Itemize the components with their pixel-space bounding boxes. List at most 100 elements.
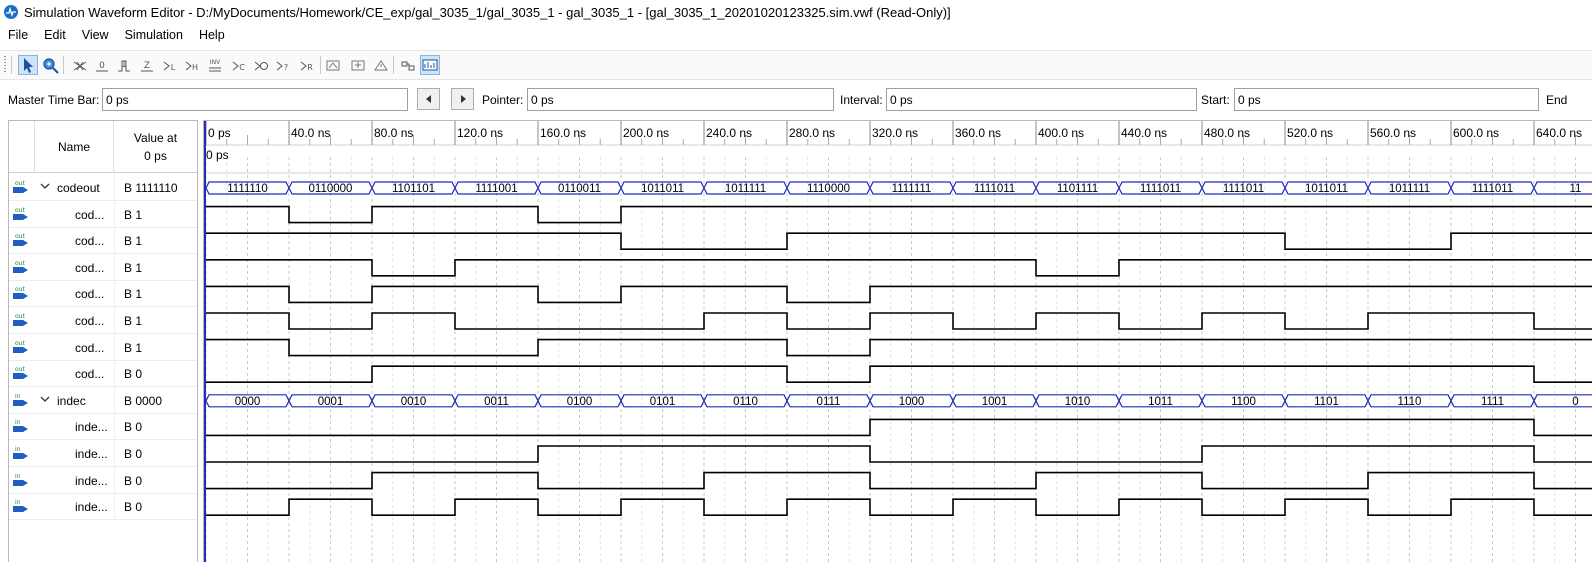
weak-low-button[interactable]: L (160, 55, 180, 75)
clock-button[interactable]: C (229, 55, 249, 75)
forcing-low-button[interactable]: 0 (92, 55, 112, 75)
signal-value: B 0 (124, 473, 143, 488)
master-time-bar-field[interactable]: 0 ps (102, 88, 408, 111)
signal-row[interactable]: out cod... B 1 (9, 227, 197, 255)
forcing-low-icon: 0 (96, 61, 108, 72)
chevron-down-icon[interactable] (40, 181, 50, 191)
bus-value-label: 1011011 (1305, 183, 1348, 195)
signal-waveform[interactable] (206, 205, 1592, 224)
cursor-time-label: 0 ps (206, 148, 229, 162)
indec-bus-waveform[interactable]: 0000 0001 0010 0011 0100 0101 0110 0111 1000 1001… (205, 394, 1592, 408)
signal-value: B 1 (124, 287, 143, 302)
weak-unknown-button[interactable]: INV (205, 55, 225, 75)
codeout-bus-waveform[interactable]: 1111110 0110000 1101101 1111001 0110011 10110… (205, 181, 1592, 195)
pointer-field[interactable]: 0 ps (527, 88, 834, 111)
start-field[interactable]: 0 ps (1234, 88, 1539, 111)
bus-value-label: 1111011 (1223, 183, 1264, 195)
signal-row[interactable]: in inde... B 0 (9, 466, 197, 494)
svg-text:INV: INV (210, 59, 221, 66)
timing-sim-icon (374, 60, 388, 71)
time-ruler[interactable]: 0 ps 40.0 ns 80.0 ns 120.0 ns 160.0 ns 200.0 … (205, 121, 1592, 145)
signal-row[interactable]: in inde... B 0 (9, 493, 197, 521)
signal-row[interactable]: out cod... B 1 (9, 280, 197, 308)
clock-icon: C (232, 61, 245, 72)
ruler-tick-label: 640.0 ns (1536, 126, 1582, 140)
signal-row-codeout[interactable]: out codeout B 1111110 (9, 174, 197, 201)
waveform-canvas[interactable]: 0 ps 40.0 ns 80.0 ns 120.0 ns 160.0 ns 200.0 … (204, 121, 1592, 562)
high-impedance-button[interactable]: Z (137, 55, 157, 75)
value-column-divider (114, 440, 115, 467)
output-pin-icon: out (13, 207, 28, 220)
signal-waveform[interactable] (206, 338, 1592, 357)
bus-value-label: 0110000 (309, 183, 353, 195)
svg-text:out: out (15, 207, 25, 214)
forcing-high-button[interactable]: 1 (114, 55, 134, 75)
bus-value-label: 0000 (235, 396, 261, 408)
bus-value-label: 0110011 (558, 183, 601, 195)
bus-value-label: 1000 (899, 396, 925, 408)
output-pin-icon: out (13, 366, 28, 380)
menu-file[interactable]: File (0, 24, 36, 46)
value-column-divider (114, 307, 115, 334)
zoom-tool-button[interactable] (40, 55, 60, 75)
arrow-left-icon (425, 95, 431, 103)
master-time-bar-label: Master Time Bar: (8, 93, 100, 107)
menu-simulation[interactable]: Simulation (117, 24, 191, 46)
signal-row[interactable]: in inde... B 0 (9, 413, 197, 441)
dont-care-button[interactable]: ? (273, 55, 293, 75)
menu-view[interactable]: View (74, 24, 117, 46)
value-column-divider (114, 360, 115, 388)
bus-value-label: 1111111 (892, 183, 932, 195)
value-column-divider (114, 174, 115, 201)
ruler-tick-label: 160.0 ns (540, 126, 586, 140)
signal-row[interactable]: in inde... B 0 (9, 440, 197, 467)
input-pin-icon: in (13, 473, 28, 486)
menu-help[interactable]: Help (191, 24, 233, 46)
ruler-tick-label: 600.0 ns (1453, 126, 1499, 140)
bus-value-label: 0111 (817, 396, 841, 408)
netlist-viewer-button[interactable] (398, 55, 418, 75)
arrow-right-icon (460, 95, 466, 103)
forcing-high-icon: 1 (118, 60, 130, 72)
count-value-icon (254, 61, 268, 71)
value-column-header[interactable]: Value at 0 ps (114, 129, 197, 165)
ruler-tick-label: 240.0 ns (706, 126, 752, 140)
menu-edit[interactable]: Edit (36, 24, 74, 46)
signal-row[interactable]: out cod... B 0 (9, 360, 197, 388)
random-values-button[interactable]: R (297, 55, 317, 75)
signal-row-indec[interactable]: in indec B 0000 (9, 386, 197, 414)
bus-value-label: 0101 (650, 396, 676, 408)
signal-name: cod... (75, 367, 105, 382)
chevron-down-icon[interactable] (40, 394, 50, 404)
selection-tool-button[interactable] (18, 55, 38, 75)
previous-transition-button[interactable] (417, 88, 440, 110)
next-transition-button[interactable] (451, 88, 474, 110)
signal-row[interactable]: out cod... B 1 (9, 333, 197, 361)
signal-row[interactable]: out cod... B 1 (9, 307, 197, 334)
value-column-divider (114, 386, 115, 414)
name-column-header[interactable]: Name (34, 121, 114, 173)
invert-button[interactable] (323, 55, 343, 75)
signal-row[interactable]: out cod... B 1 (9, 253, 197, 281)
interval-field[interactable]: 0 ps (886, 88, 1197, 111)
timing-sim-button[interactable] (371, 55, 391, 75)
forcing-unknown-button[interactable] (70, 55, 90, 75)
output-pin-icon: out (13, 340, 28, 353)
count-value-button[interactable] (251, 55, 271, 75)
svg-text:in: in (15, 393, 21, 400)
waveform-panel[interactable]: 0 ps 40.0 ns 80.0 ns 120.0 ns 160.0 ns 200.0 … (203, 120, 1592, 562)
output-pin-icon: out (13, 233, 28, 247)
menu-bar: File Edit View Simulation Help (0, 24, 1592, 46)
bus-value-label: 0 (1572, 396, 1578, 408)
weak-high-button[interactable]: H (182, 55, 202, 75)
svg-text:out: out (15, 313, 25, 320)
forcing-unknown-icon (73, 61, 87, 71)
toolbar-grip[interactable] (4, 56, 6, 74)
snap-to-grid-button[interactable] (420, 55, 440, 75)
signal-row[interactable]: out cod... B 1 (9, 200, 197, 228)
signal-waveform[interactable] (206, 285, 1592, 304)
svg-text:out: out (15, 233, 25, 240)
netlist-viewer-icon (401, 61, 415, 71)
functional-sim-button[interactable] (348, 55, 368, 75)
svg-text:R: R (307, 63, 313, 72)
